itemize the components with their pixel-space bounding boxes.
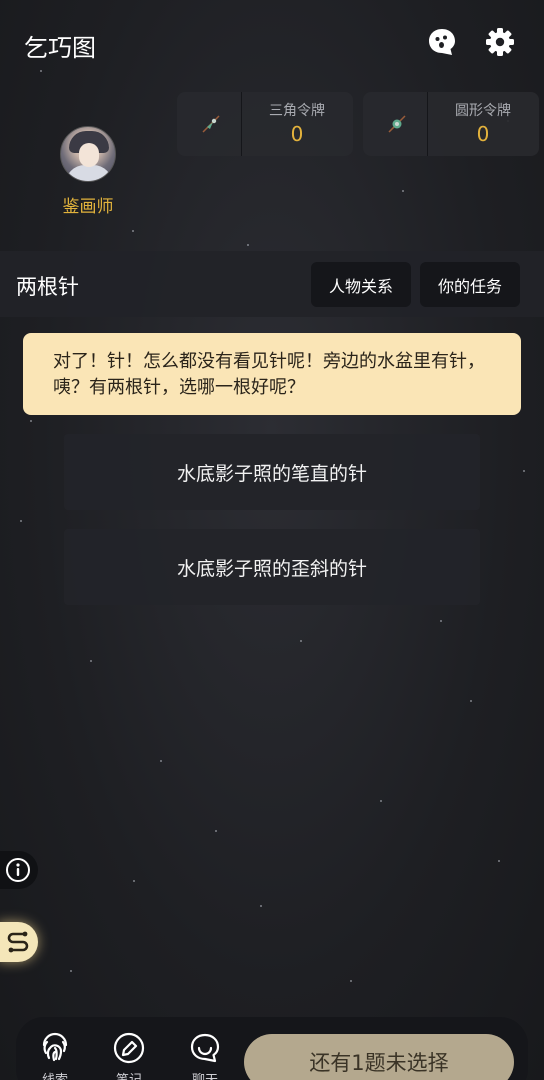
- scene-bar: 两根针 人物关系 你的任务: [0, 251, 544, 317]
- app-title: 乞巧图: [24, 34, 96, 62]
- avatar[interactable]: [60, 126, 116, 182]
- nav-clues[interactable]: 线索: [30, 1031, 80, 1080]
- chat-icon: [190, 1033, 220, 1063]
- nav-notes[interactable]: 笔记: [104, 1031, 154, 1080]
- dialogue-bubble: 对了！针！怎么都没有看见针呢！旁边的水盆里有针，咦？有两根针，选哪一根好呢？: [23, 333, 521, 415]
- info-button[interactable]: [0, 851, 38, 889]
- token-count: 0: [476, 122, 490, 146]
- route-icon: [7, 931, 29, 953]
- token-label: 三角令牌: [269, 103, 325, 119]
- fingerprint-icon: [42, 1032, 68, 1062]
- scene-title: 两根针: [16, 275, 79, 299]
- bottom-bar: 线索 笔记 聊天 还有1题未选择: [16, 1017, 528, 1080]
- character-relations-button[interactable]: 人物关系: [311, 262, 411, 307]
- circle-token-card: 圆形令牌 0: [363, 92, 539, 156]
- submit-button[interactable]: 还有1题未选择: [244, 1034, 514, 1080]
- role-label: 鉴画师: [62, 197, 114, 217]
- option-button[interactable]: 水底影子照的笔直的针: [64, 434, 480, 510]
- nav-chat[interactable]: 聊天: [180, 1031, 230, 1080]
- route-button[interactable]: [0, 922, 38, 962]
- your-tasks-button[interactable]: 你的任务: [420, 262, 520, 307]
- triangle-token-icon: [199, 112, 223, 136]
- gear-icon[interactable]: [484, 26, 516, 58]
- pencil-icon: [113, 1032, 145, 1064]
- circle-token-icon: [385, 112, 409, 136]
- option-button[interactable]: 水底影子照的歪斜的针: [64, 529, 480, 605]
- chat-bubble-face-icon[interactable]: [426, 26, 458, 58]
- triangle-token-card: 三角令牌 0: [177, 92, 353, 156]
- nav-label: 线索: [30, 1069, 80, 1080]
- nav-label: 笔记: [104, 1069, 154, 1080]
- info-icon: [6, 858, 30, 882]
- nav-label: 聊天: [180, 1069, 230, 1080]
- token-count: 0: [290, 122, 304, 146]
- token-label: 圆形令牌: [455, 103, 511, 119]
